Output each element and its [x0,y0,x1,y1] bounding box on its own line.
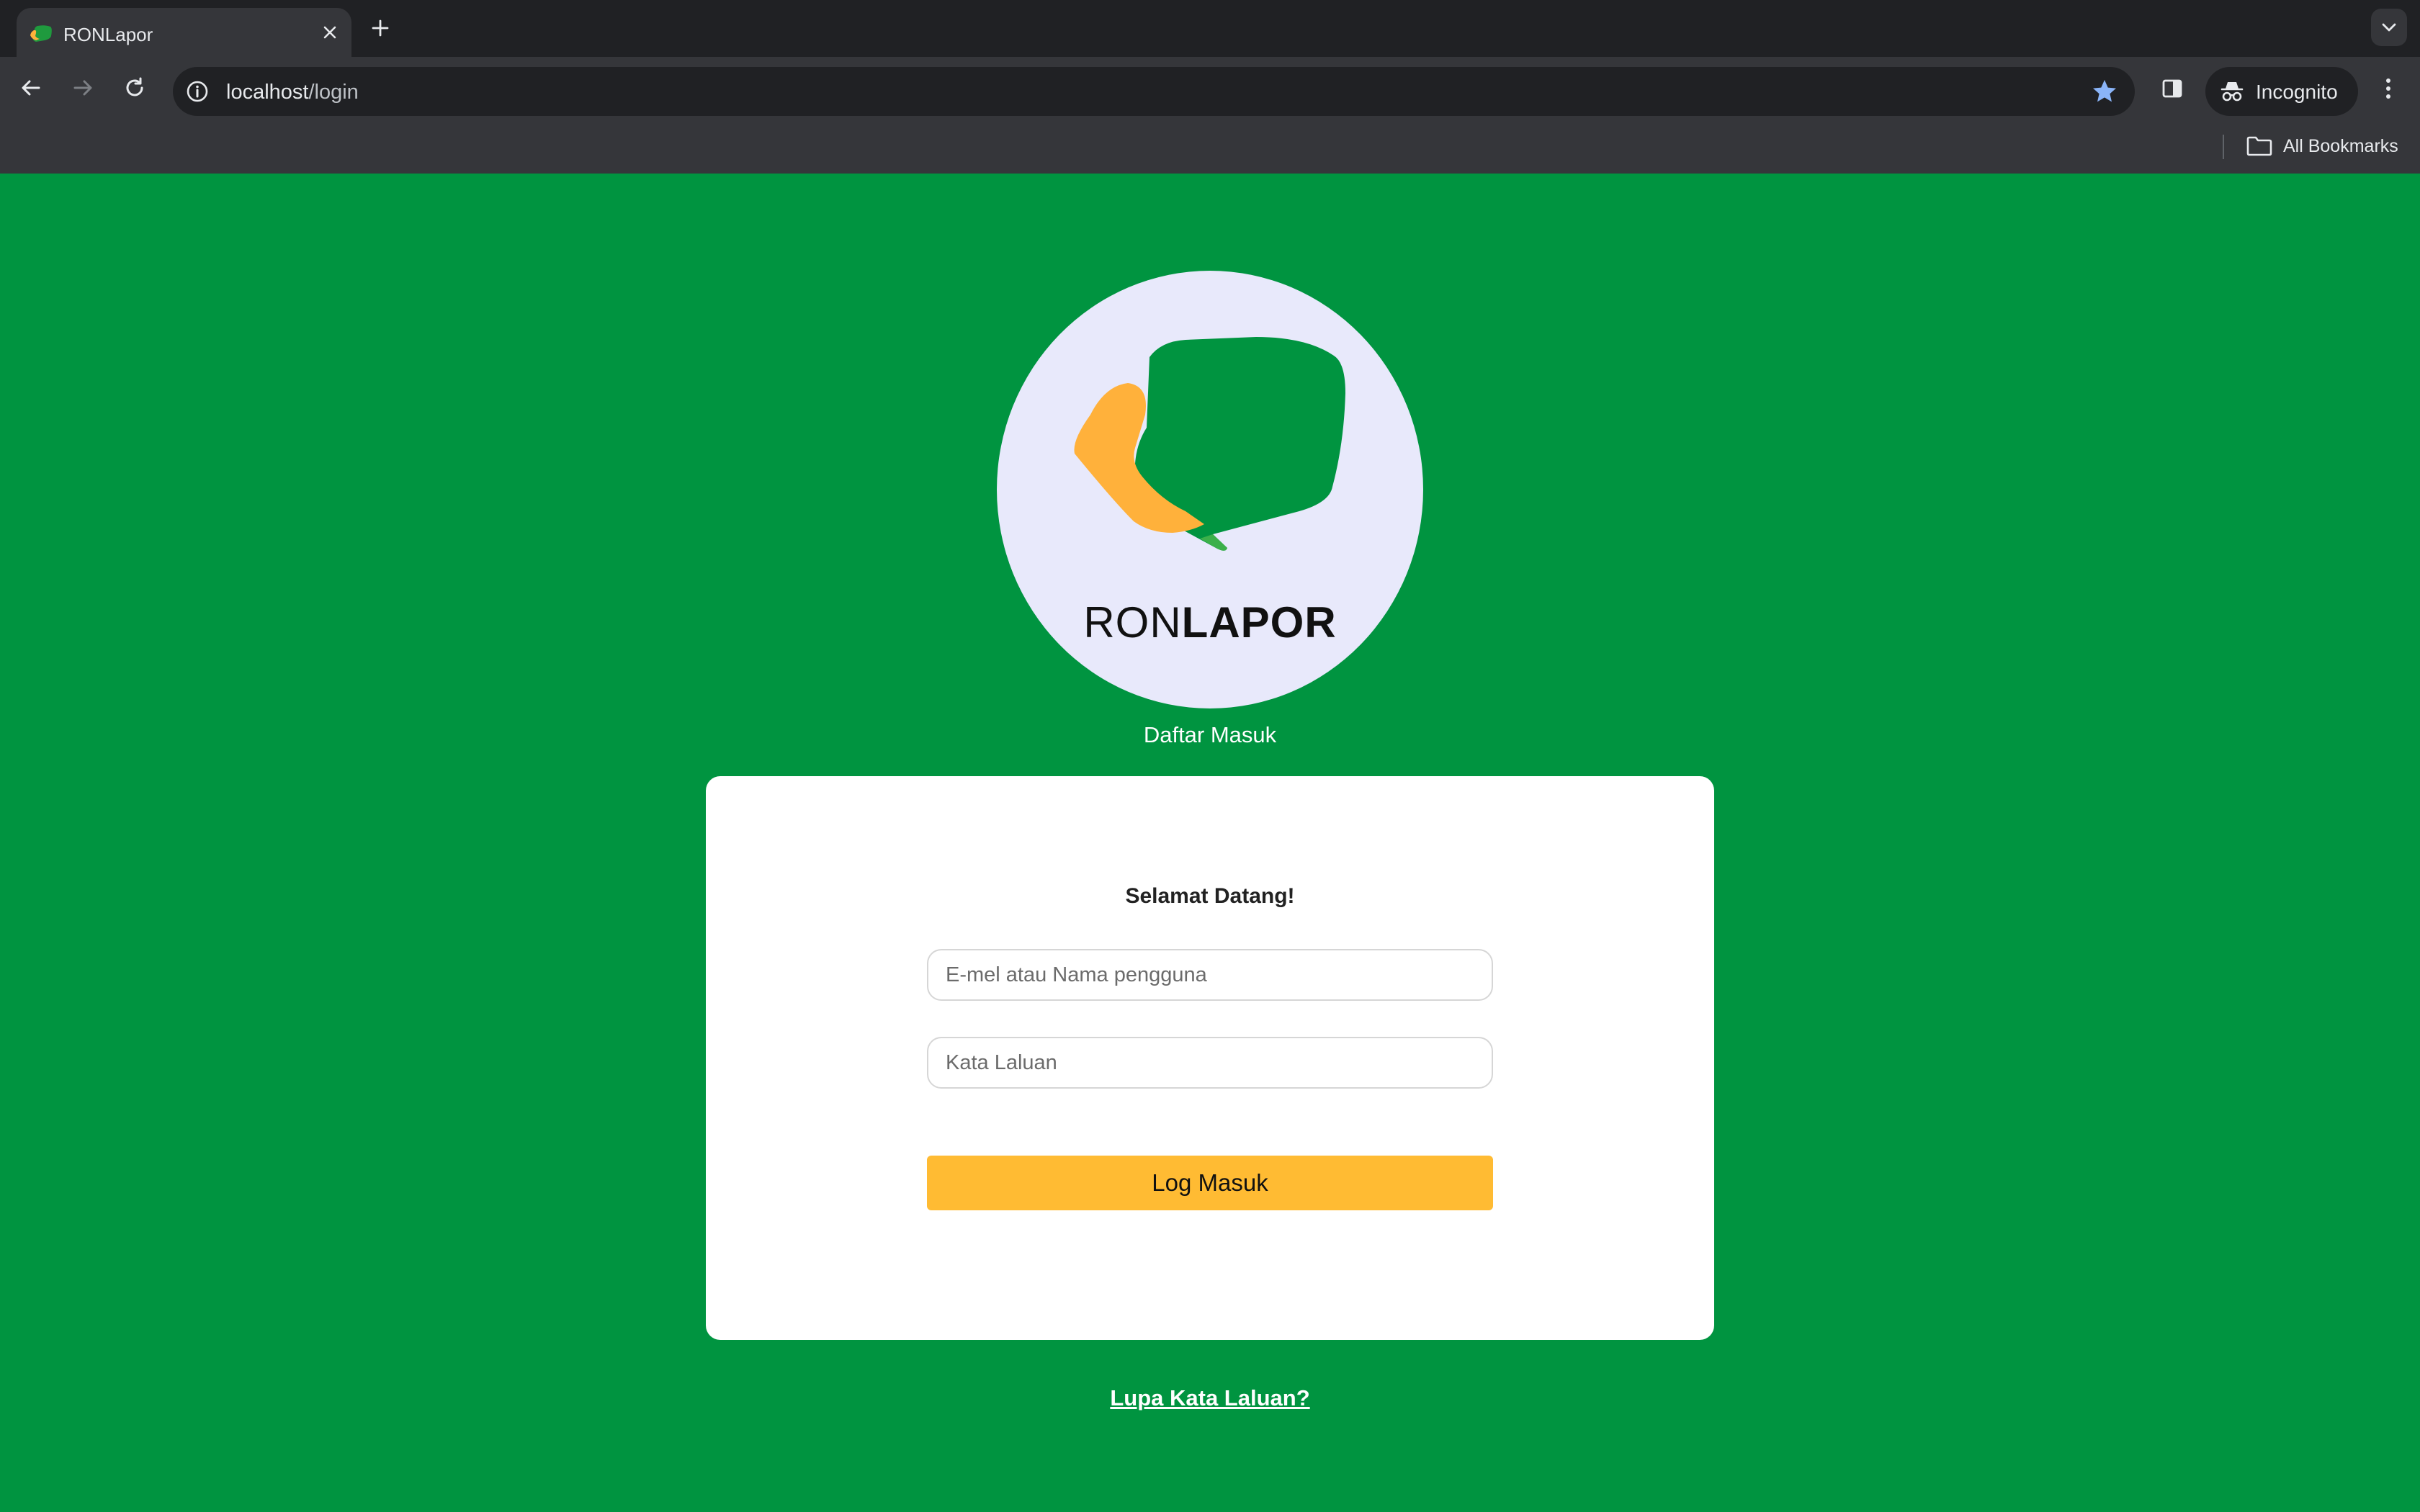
forward-button[interactable] [65,70,101,106]
welcome-heading: Selamat Datang! [1125,884,1295,908]
tab-search-button[interactable] [2371,9,2407,46]
site-info-icon[interactable] [184,78,210,104]
bookmarks-bar: All Bookmarks [0,117,2420,174]
chevron-down-icon [2382,23,2396,32]
more-vert-icon [2386,78,2390,99]
tab-title: RONLapor [63,24,153,45]
login-button[interactable]: Log Masuk [927,1156,1493,1210]
reload-button[interactable] [117,70,153,106]
plus-icon [372,19,389,37]
reload-icon [126,77,143,96]
page-subtitle: Daftar Masuk [1143,722,1277,747]
bookmark-star-icon[interactable] [2090,77,2119,106]
all-bookmarks-link[interactable]: All Bookmarks [2283,136,2398,157]
tab-strip: RONLapor [0,0,2420,57]
close-icon [323,26,336,39]
login-page: RONLAPOR Daftar Masuk Selamat Datang! Lo… [0,174,2420,1512]
browser-tab[interactable]: RONLapor [17,8,351,57]
forgot-password-link[interactable]: Lupa Kata Laluan? [0,1385,2420,1411]
browser-toolbar: localhost/login Incognito [0,57,2420,117]
email-username-field[interactable] [927,949,1493,1001]
password-field[interactable] [927,1037,1493,1089]
arrow-left-icon [22,80,40,96]
login-card: Selamat Datang! Log Masuk [706,776,1714,1340]
side-panel-icon [2162,79,2182,98]
new-tab-button[interactable] [366,14,395,42]
back-button[interactable] [13,70,49,106]
browser-menu-button[interactable] [2374,73,2403,104]
favicon-icon [30,25,52,42]
incognito-icon [2220,82,2244,102]
address-bar[interactable]: localhost/login [173,67,2135,116]
arrow-right-icon [73,80,92,96]
bookmarks-separator [2223,135,2224,159]
logo-wordmark: RONLAPOR [1083,598,1337,647]
side-panel-button[interactable] [2156,73,2188,104]
close-tab-button[interactable] [315,18,344,47]
profile-label: Incognito [2256,81,2338,103]
url-text: localhost/login [226,81,359,104]
incognito-profile-button[interactable]: Incognito [2205,67,2358,116]
folder-icon[interactable] [2246,135,2273,158]
ronlapor-logo: RONLAPOR [997,271,1423,708]
